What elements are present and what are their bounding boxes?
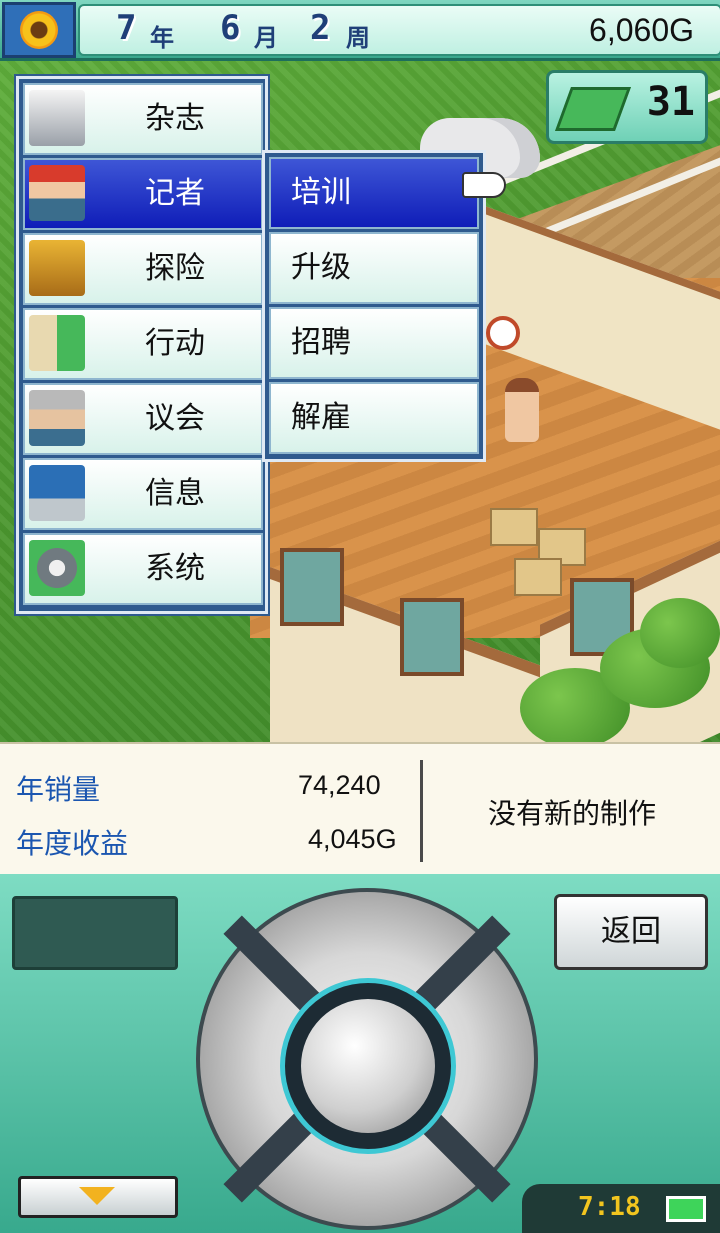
menu-item-expedition[interactable]: 探险: [23, 233, 263, 305]
submenu-item-recruit[interactable]: 招聘: [269, 307, 479, 379]
battery-icon: [666, 1196, 706, 1222]
menu-item-label: 行动: [145, 326, 205, 361]
production-status: 没有新的制作: [487, 797, 656, 830]
submenu-item-label: 招聘: [291, 325, 351, 360]
week-unit: 周: [346, 24, 370, 52]
computer-icon: [29, 465, 85, 521]
gear-wrench-icon: [29, 540, 85, 596]
confirm-button[interactable]: [280, 978, 456, 1154]
back-button[interactable]: 返回: [554, 894, 708, 970]
stats-panel: 年销量 74,240 年度收益 4,045G 没有新的制作: [0, 742, 720, 876]
menu-item-system[interactable]: 系统: [23, 533, 263, 605]
company-emblem[interactable]: [2, 2, 76, 58]
menu-item-council[interactable]: 议会: [23, 383, 263, 455]
submenu-item-dismiss[interactable]: 解雇: [269, 382, 479, 454]
treasure-chest-icon: [29, 240, 85, 296]
books-counter: 31: [546, 70, 708, 144]
annual-sales-value: 74,240: [298, 770, 381, 800]
menu-item-label: 议会: [145, 401, 205, 436]
year-number: 7: [116, 8, 137, 48]
sunflower-icon: [20, 11, 58, 49]
confirm-ball: [301, 999, 435, 1133]
submenu-item-label: 升级: [291, 250, 351, 285]
lcd-screen: [12, 896, 178, 970]
money-display: 6,060G: [589, 12, 694, 48]
chevron-down-icon: [79, 1187, 115, 1205]
menu-item-label: 杂志: [145, 101, 205, 136]
reporter-icon: [29, 165, 85, 221]
reporter-submenu: 培训 升级 招聘 解雇: [262, 150, 486, 462]
annual-sales-label: 年销量: [16, 773, 101, 806]
window: [280, 548, 344, 626]
month-unit: 月: [254, 24, 278, 52]
main-menu: 杂志 记者 探险 行动 议会 信息 系统: [16, 76, 268, 614]
year-unit: 年: [150, 24, 174, 52]
menu-item-action[interactable]: 行动: [23, 308, 263, 380]
staff-character: [505, 378, 539, 442]
book-icon: [554, 87, 632, 131]
annual-profit-label: 年度收益: [16, 827, 129, 860]
menu-item-magazine[interactable]: 杂志: [23, 83, 263, 155]
hand-pointer-icon: [462, 172, 506, 198]
clock-bar: 7:18: [522, 1184, 720, 1233]
cardboard-box: [490, 508, 538, 546]
menu-item-reporter[interactable]: 记者: [23, 158, 263, 230]
submenu-item-upgrade[interactable]: 升级: [269, 232, 479, 304]
money-bag-icon: [29, 315, 85, 371]
menu-item-label: 探险: [145, 251, 205, 286]
controller-panel: 返回 7:18: [0, 874, 720, 1233]
menu-item-info[interactable]: 信息: [23, 458, 263, 530]
wall-clock-icon: [486, 316, 520, 350]
submenu-item-label: 解雇: [291, 400, 351, 435]
cardboard-box: [514, 558, 562, 596]
council-elder-icon: [29, 390, 85, 446]
toggle-panel-button[interactable]: [18, 1176, 178, 1218]
divider: [420, 760, 423, 862]
week-number: 2: [310, 8, 331, 48]
menu-item-label: 系统: [145, 551, 205, 586]
menu-item-label: 信息: [145, 476, 205, 511]
top-status-bar: 7 年 6 月 2 周 6,060G: [0, 0, 720, 61]
bush: [640, 598, 720, 668]
window: [400, 598, 464, 676]
submenu-item-label: 培训: [291, 175, 351, 210]
submenu-item-training[interactable]: 培训: [269, 157, 479, 229]
books-count: 31: [646, 79, 695, 125]
month-number: 6: [220, 8, 241, 48]
magazine-icon: [29, 90, 85, 146]
date-display: 7 年 6 月 2 周 6,060G: [78, 4, 720, 56]
annual-profit-value: 4,045G: [308, 824, 397, 854]
menu-item-label: 记者: [145, 176, 205, 211]
clock-time: 7:18: [578, 1192, 641, 1222]
